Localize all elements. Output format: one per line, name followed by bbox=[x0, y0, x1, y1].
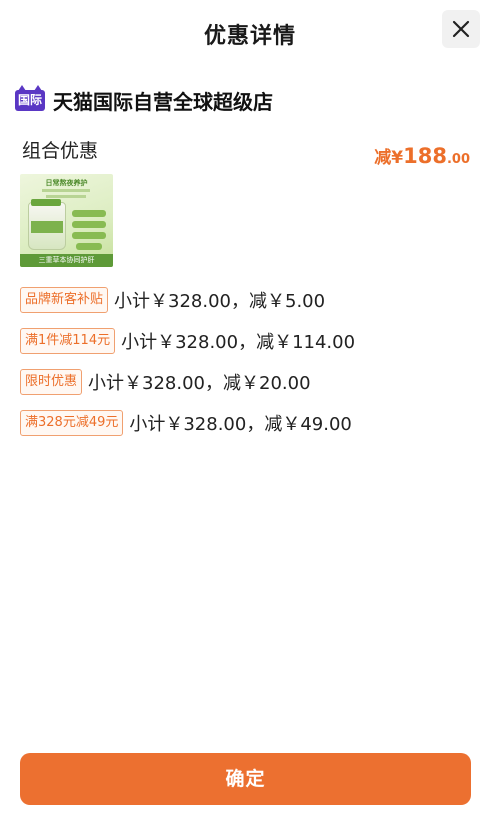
combo-discount-total: 减¥188.00 bbox=[374, 143, 470, 168]
promotion-row: 满328元减49元 小计￥328.00，减￥49.00 bbox=[20, 409, 480, 436]
tmall-global-badge-icon: 国际 bbox=[15, 84, 45, 111]
combo-label: 组合优惠 bbox=[22, 140, 99, 162]
discount-prefix: 减¥ bbox=[374, 148, 404, 168]
sheet-header: 优惠详情 bbox=[0, 0, 500, 62]
promotion-text: 小计￥328.00，减￥20.00 bbox=[88, 372, 311, 394]
promotion-row: 限时优惠 小计￥328.00，减￥20.00 bbox=[20, 368, 480, 395]
thumb-headline: 日常熬夜养护 bbox=[45, 179, 88, 187]
discount-integer: 188 bbox=[403, 144, 447, 168]
store-name: 天猫国际自营全球超级店 bbox=[53, 89, 273, 114]
promotion-row: 满1件减114元 小计￥328.00，减￥114.00 bbox=[20, 327, 480, 354]
promotion-text: 小计￥328.00，减￥5.00 bbox=[114, 290, 326, 312]
promotion-text: 小计￥328.00，减￥114.00 bbox=[121, 331, 356, 353]
close-icon bbox=[452, 20, 470, 38]
promotion-list: 品牌新客补贴 小计￥328.00，减￥5.00 满1件减114元 小计￥328.… bbox=[20, 286, 480, 450]
promotion-tag: 品牌新客补贴 bbox=[20, 286, 109, 313]
promotion-tag: 满1件减114元 bbox=[20, 327, 116, 354]
confirm-button[interactable]: 确定 bbox=[20, 753, 471, 805]
promotion-text: 小计￥328.00，减￥49.00 bbox=[129, 413, 352, 435]
promo-detail-sheet: 优惠详情 国际 天猫国际自营全球超级店 组合优惠 减¥188.00 日常熬夜养护 bbox=[0, 0, 500, 823]
discount-decimal: .00 bbox=[446, 152, 470, 167]
store-badge-text: 国际 bbox=[17, 92, 42, 107]
promotion-row: 品牌新客补贴 小计￥328.00，减￥5.00 bbox=[20, 286, 480, 313]
product-thumbnail[interactable]: 日常熬夜养护 三重草本协同护肝 bbox=[20, 174, 113, 267]
page-title: 优惠详情 bbox=[203, 24, 296, 49]
store-row[interactable]: 国际 天猫国际自营全球超级店 bbox=[15, 84, 273, 114]
close-button[interactable] bbox=[442, 10, 480, 48]
product-jar-image bbox=[28, 199, 66, 250]
thumb-footer: 三重草本协同护肝 bbox=[20, 254, 113, 267]
promotion-tag: 限时优惠 bbox=[20, 368, 83, 395]
promotion-tag: 满328元减49元 bbox=[20, 409, 124, 436]
